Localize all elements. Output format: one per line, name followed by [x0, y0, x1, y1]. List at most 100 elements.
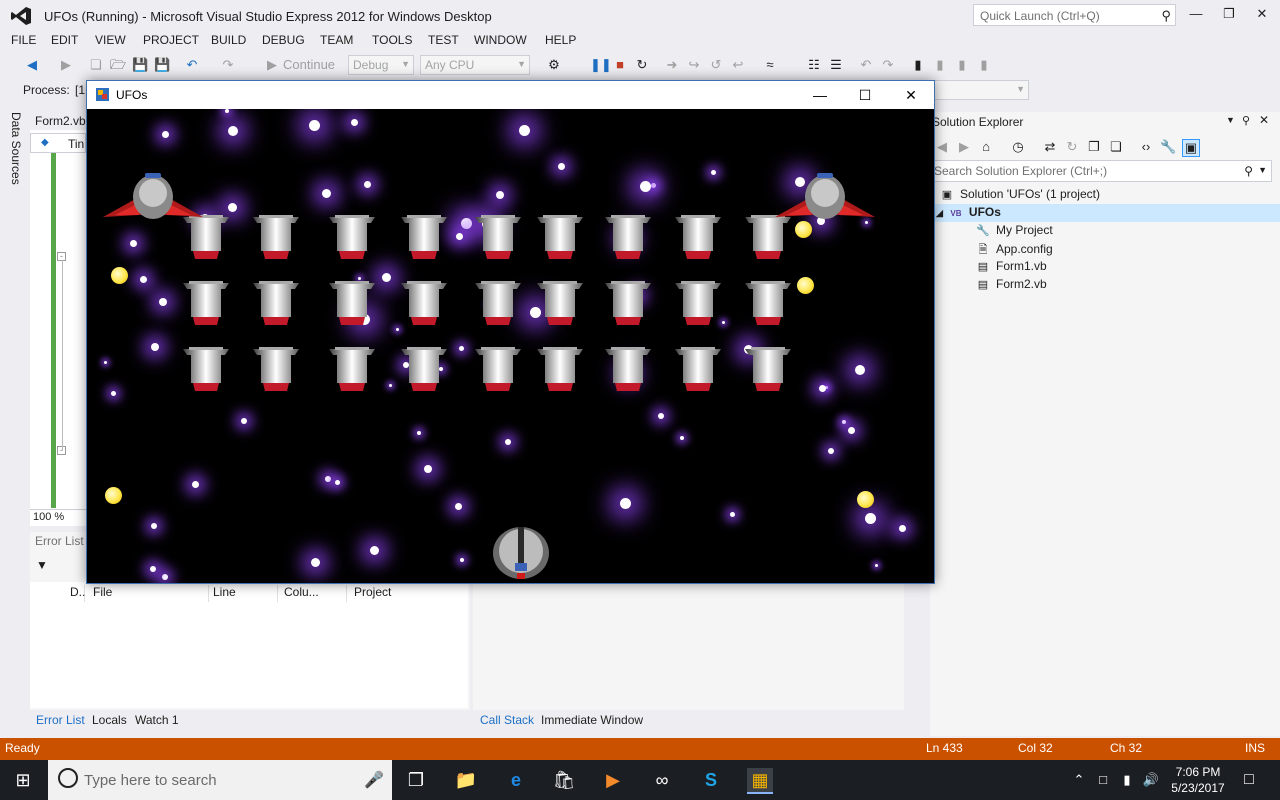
game-minimize-button[interactable]: — — [806, 85, 834, 105]
chevron-up-icon[interactable]: ⌃ — [1066, 768, 1092, 792]
volume-icon[interactable]: 🔊 — [1138, 768, 1164, 792]
save-all-icon[interactable]: 💾 — [154, 57, 170, 73]
refresh-icon[interactable]: ↻ — [1064, 139, 1080, 155]
solution-search-input[interactable]: Search Solution Explorer (Ctrl+;) ⚲ ▼ — [930, 160, 1272, 182]
process-value[interactable]: [1 — [75, 83, 85, 97]
menu-debug[interactable]: DEBUG — [262, 33, 305, 47]
pin-icon[interactable]: ⚲ — [1242, 114, 1250, 127]
tree-item-project[interactable]: ◢ VB UFOs — [936, 205, 1001, 219]
menu-project[interactable]: PROJECT — [143, 33, 199, 47]
edge-browser-icon[interactable]: e — [503, 768, 529, 792]
threads-icon[interactable]: ☷ — [806, 57, 822, 73]
chevron-down-icon[interactable]: ▼ — [1226, 115, 1235, 125]
type-dropdown[interactable]: ◆ Tin — [30, 133, 86, 153]
bookmark-icon[interactable]: ▮ — [910, 57, 926, 73]
column-column[interactable]: Colu... — [284, 585, 347, 603]
game-close-button[interactable]: ✕ — [897, 85, 925, 105]
tab-call-stack[interactable]: Call Stack — [480, 713, 534, 727]
new-project-icon[interactable]: ❏ — [88, 57, 104, 73]
ufos-game-window[interactable]: UFOs — ☐ ✕ — [86, 80, 935, 584]
battery-icon[interactable]: ▮ — [1114, 768, 1140, 792]
undo-comment-icon[interactable]: ↶ — [858, 57, 874, 73]
tree-item-form1[interactable]: ▤ Form1.vb — [976, 259, 1047, 273]
prev-bookmark-icon[interactable]: ▮ — [932, 57, 948, 73]
back-icon[interactable]: ◀ — [934, 139, 950, 155]
menu-window[interactable]: WINDOW — [474, 33, 527, 47]
tree-item-form2[interactable]: ▤ Form2.vb — [976, 277, 1047, 291]
windows-start-icon[interactable]: ⊞ — [10, 768, 36, 792]
menu-test[interactable]: TEST — [428, 33, 459, 47]
media-player-icon[interactable]: ▶ — [600, 768, 626, 792]
filter-icon[interactable]: ▼ — [36, 558, 48, 572]
expand-icon[interactable]: ◢ — [936, 208, 943, 218]
close-icon[interactable]: ✕ — [1259, 113, 1269, 127]
column-file[interactable]: File — [93, 585, 209, 603]
collapse-all-icon[interactable]: ❐ — [1086, 139, 1102, 155]
editor-tab-form2[interactable]: Form2.vb — [30, 112, 88, 130]
properties-icon[interactable]: 🔧 — [1160, 139, 1176, 155]
tree-item-app-config[interactable]: 🗎 App.config — [976, 241, 1053, 260]
column-project[interactable]: Project — [354, 585, 424, 603]
restart-icon[interactable]: ↻ — [634, 57, 650, 73]
zoom-level[interactable]: 100 % — [30, 509, 86, 526]
menu-file[interactable]: FILE — [11, 33, 36, 47]
pending-changes-icon[interactable]: ◷ — [1010, 139, 1026, 155]
ufos-app-taskbar-icon[interactable]: ▦ — [747, 768, 773, 794]
show-next-statement-icon[interactable]: ➜ — [664, 57, 680, 73]
menu-build[interactable]: BUILD — [211, 33, 246, 47]
tab-locals[interactable]: Locals — [92, 713, 127, 727]
next-bookmark-icon[interactable]: ▮ — [954, 57, 970, 73]
menu-edit[interactable]: EDIT — [51, 33, 78, 47]
network-icon[interactable]: □ — [1090, 768, 1116, 792]
undo-icon[interactable]: ↶ — [184, 57, 200, 73]
step-into-icon[interactable]: ↪ — [686, 57, 702, 73]
preview-icon[interactable]: ▣ — [1182, 139, 1200, 157]
close-button[interactable]: ✕ — [1250, 6, 1274, 24]
platform-select[interactable]: Any CPU ▼ — [420, 55, 530, 75]
sync-icon[interactable]: ⇄ — [1042, 139, 1058, 155]
game-maximize-button[interactable]: ☐ — [851, 85, 879, 105]
view-code-icon[interactable]: ‹› — [1138, 139, 1154, 155]
microphone-icon[interactable]: 🎤 — [364, 770, 384, 790]
step-over-icon[interactable]: ↺ — [708, 57, 724, 73]
column-line[interactable]: Line — [213, 585, 278, 603]
clear-bookmarks-icon[interactable]: ▮ — [976, 57, 992, 73]
menu-help[interactable]: HELP — [545, 33, 576, 47]
menu-tools[interactable]: TOOLS — [372, 33, 412, 47]
home-icon[interactable]: ⌂ — [978, 139, 994, 155]
taskbar-clock[interactable]: 7:06 PM 5/23/2017 — [1162, 764, 1234, 796]
continue-icon[interactable]: ▶ — [264, 57, 280, 73]
redo-icon[interactable]: ↷ — [220, 57, 236, 73]
tree-item-solution[interactable]: ▣ Solution 'UFOs' (1 project) — [940, 187, 1100, 201]
stop-icon[interactable]: ■ — [612, 57, 628, 73]
continue-button[interactable]: Continue — [283, 57, 343, 73]
open-file-icon[interactable]: 🗁 — [110, 57, 126, 73]
forward-icon[interactable]: ▶ — [58, 57, 74, 73]
game-canvas[interactable] — [87, 109, 934, 583]
step-out-icon[interactable]: ↩ — [730, 57, 746, 73]
scrollbar[interactable] — [904, 582, 918, 710]
back-icon[interactable]: ◀ — [24, 57, 40, 73]
file-explorer-icon[interactable]: 📁 — [453, 768, 479, 792]
restore-button[interactable]: ❐ — [1217, 6, 1241, 24]
quick-launch-input[interactable]: Quick Launch (Ctrl+Q) ⚲ — [973, 4, 1176, 26]
tab-immediate-window[interactable]: Immediate Window — [541, 713, 643, 727]
visual-studio-taskbar-icon[interactable]: ∞ — [649, 768, 675, 792]
menu-view[interactable]: VIEW — [95, 33, 126, 47]
tab-error-list[interactable]: Error List — [36, 713, 85, 727]
column-description[interactable]: D.. — [70, 585, 85, 603]
configuration-select[interactable]: Debug ▼ — [348, 55, 414, 75]
uncomment-icon[interactable]: ↷ — [880, 57, 896, 73]
action-center-icon[interactable]: □ — [1236, 768, 1262, 792]
taskbar-search-box[interactable]: Type here to search 🎤 — [48, 760, 392, 800]
save-icon[interactable]: 💾 — [132, 57, 148, 73]
forward-icon[interactable]: ▶ — [956, 139, 972, 155]
store-icon[interactable]: 🛍 — [551, 768, 577, 792]
stack-frame-select[interactable]: ▼ — [933, 80, 1029, 100]
attach-icon[interactable]: ⚙ — [546, 57, 562, 73]
show-all-files-icon[interactable]: ❏ — [1108, 139, 1124, 155]
task-view-icon[interactable]: ❐ — [403, 768, 429, 792]
data-sources-tab[interactable]: Data Sources — [9, 112, 23, 185]
menu-team[interactable]: TEAM — [320, 33, 353, 47]
hex-display-icon[interactable]: ≈ — [762, 57, 778, 73]
